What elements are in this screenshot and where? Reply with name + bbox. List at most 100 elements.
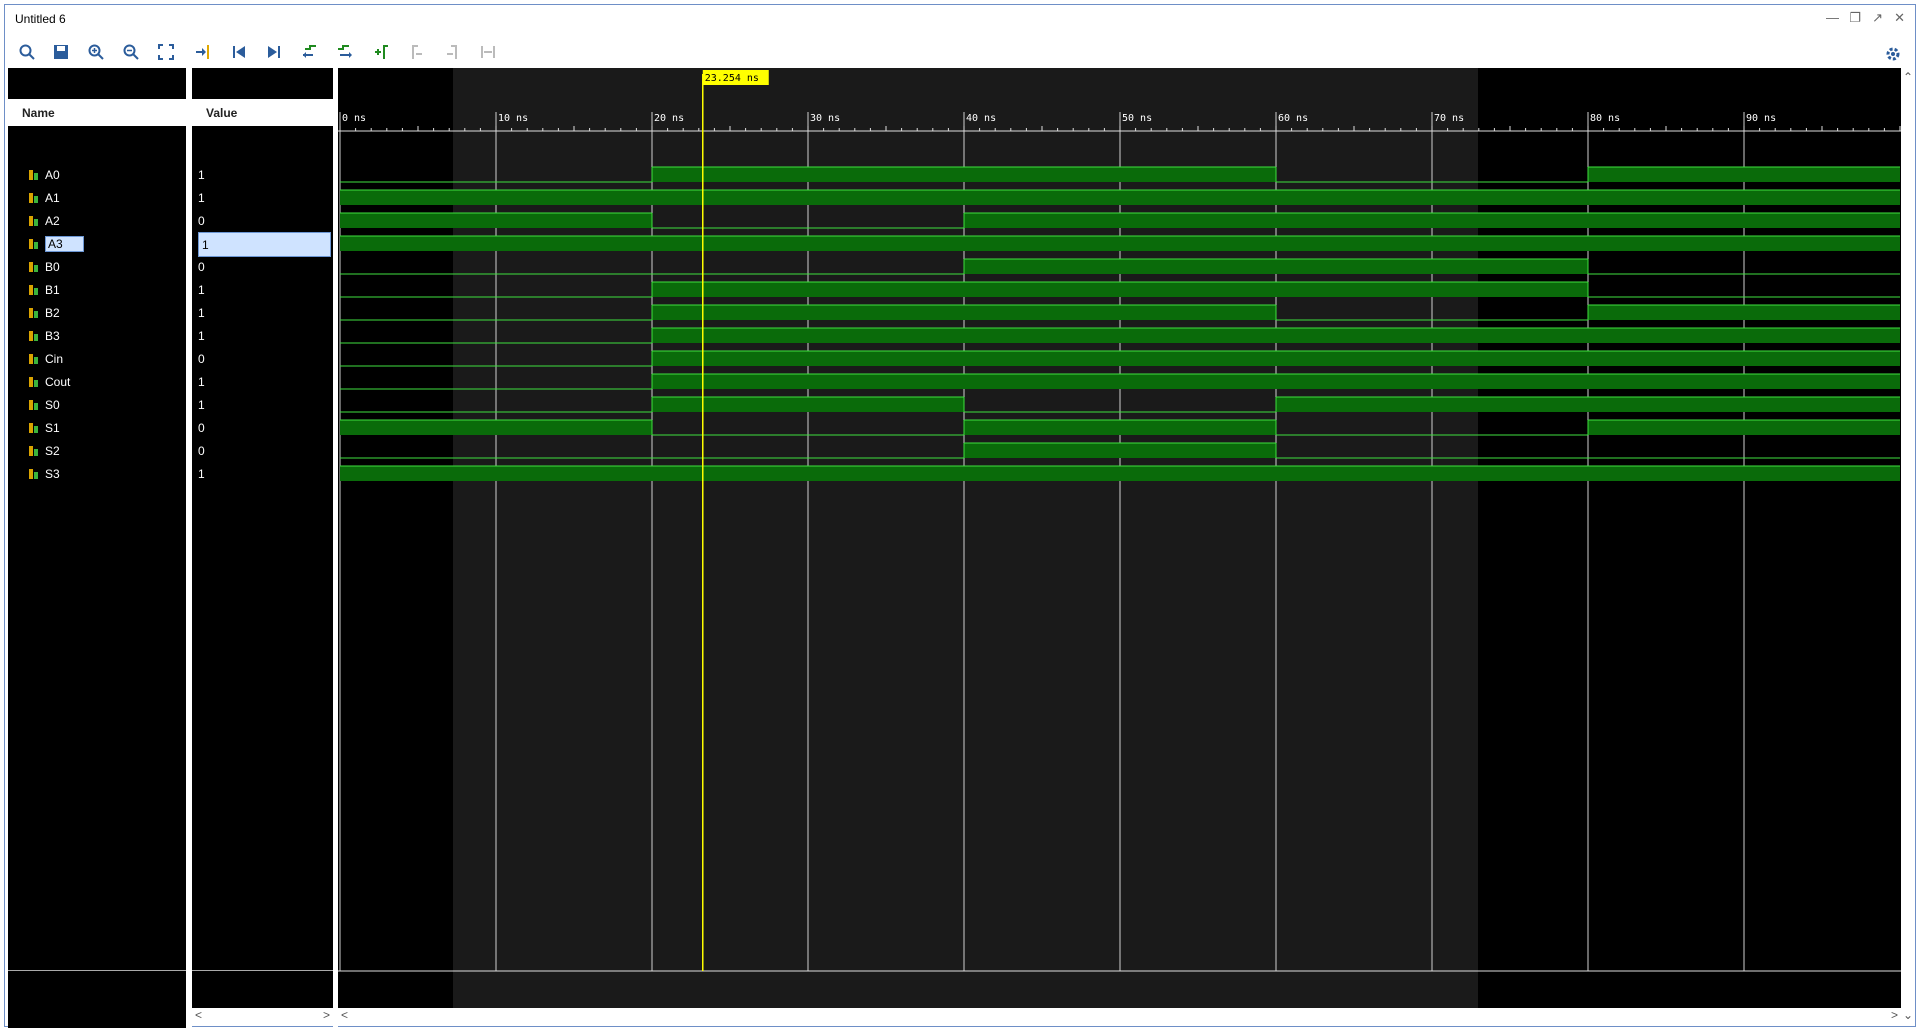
scroll-left-icon[interactable]: < [195,1008,202,1022]
signal-name-label: S3 [45,466,60,481]
signal-name-row[interactable]: S1 [28,416,60,439]
search-button[interactable] [15,41,39,63]
signal-value: 1 [198,397,205,412]
next-marker-button[interactable] [440,41,464,63]
signal-value: 1 [198,232,331,257]
signal-name-label: S0 [45,397,60,412]
zoom-fit-icon [158,44,174,60]
signal-bit-icon [28,307,40,319]
signal-name-row[interactable]: S3 [28,462,60,485]
go-to-last-time-button[interactable] [262,41,286,63]
zoom-in-icon [88,44,104,60]
zoom-in-button[interactable] [84,41,108,63]
signal-name-row[interactable]: B2 [28,301,60,324]
signal-value: 0 [198,420,205,435]
wave-high-segment [652,328,1900,343]
add-marker-button[interactable] [369,41,393,63]
signal-name-row[interactable]: S2 [28,439,60,462]
signal-name-row[interactable]: Cin [28,347,63,370]
signal-name-row[interactable]: A1 [28,186,60,209]
signal-value: 0 [198,213,205,228]
signal-value: 1 [198,374,205,389]
wave-scroll-left-icon[interactable]: < [341,1008,348,1022]
time-tick-label: 60 ns [1278,113,1308,124]
zoom-out-button[interactable] [119,41,143,63]
go-to-cursor-button[interactable] [191,41,215,63]
signal-value: 1 [198,466,205,481]
name-pane-divider [8,970,186,971]
value-pane: Value 1 1 0 1 0 1 1 1 0 1 1 0 0 1 [192,68,333,1008]
signal-name-label: B3 [45,328,60,343]
go-to-time-zero-icon [233,46,245,58]
wave-high-segment [340,236,1900,251]
scroll-right-icon[interactable]: > [323,1008,330,1022]
window-title: Untitled 6 [15,12,66,26]
next-transition-button[interactable] [333,41,357,63]
zoom-fit-button[interactable] [154,41,178,63]
signal-name-row[interactable]: B3 [28,324,60,347]
signal-name-row[interactable]: A2 [28,209,60,232]
wave-high-segment [340,466,1900,481]
signal-bit-icon [28,284,40,296]
zoom-out-icon [123,44,139,60]
signal-name-label: A2 [45,213,60,228]
wave-scroll-right-icon[interactable]: > [1891,1008,1898,1022]
scroll-up-icon[interactable]: ⌃ [1903,70,1913,84]
signal-name-row[interactable]: Cout [28,370,70,393]
signal-bit-icon [28,261,40,273]
signal-bit-icon [28,169,40,181]
go-to-time-zero-button[interactable] [227,41,251,63]
signal-name-label: B0 [45,259,60,274]
go-to-cursor-icon [196,45,209,59]
value-horizontal-scrollbar[interactable]: < > [192,1008,333,1022]
signal-value: 0 [198,259,205,274]
wave-high-segment [1588,167,1900,182]
signal-value: 1 [198,167,205,182]
signal-bit-icon [28,445,40,457]
signal-value: 0 [198,443,205,458]
minimize-icon[interactable]: — [1826,10,1839,25]
signal-bit-icon [28,399,40,411]
signal-name-row[interactable]: B1 [28,278,60,301]
signal-name-row[interactable]: A3 [28,232,84,255]
value-column-header[interactable]: Value [192,99,333,126]
value-pane-divider [192,970,333,971]
waveform-canvas[interactable]: 0 ns 10 ns 20 ns 30 ns 40 ns 50 ns 60 ns 70 ns 8… [338,68,1901,1008]
signal-name-label: S1 [45,420,60,435]
signal-value: 1 [198,282,205,297]
scroll-down-icon[interactable]: ⌄ [1903,1008,1913,1022]
wave-high-segment [964,443,1276,458]
name-column-header[interactable]: Name [8,99,186,126]
signal-name-label: A1 [45,190,60,205]
previous-transition-button[interactable] [298,41,322,63]
signal-name-row[interactable]: B0 [28,255,60,278]
maximize-icon[interactable]: ↗ [1872,10,1883,26]
signal-bit-icon [28,330,40,342]
time-tick-label: 70 ns [1434,113,1464,124]
vertical-scrollbar[interactable]: ⌃ ⌄ [1901,68,1914,1022]
signal-bit-icon [28,422,40,434]
save-icon [54,45,68,59]
settings-button[interactable] [1881,43,1905,65]
waveform-horizontal-scrollbar[interactable]: < > [338,1008,1901,1022]
wave-high-segment [1588,420,1900,435]
previous-marker-button[interactable] [405,41,429,63]
swap-cursors-button[interactable] [476,41,500,63]
signal-name-label: B2 [45,305,60,320]
signal-name-row[interactable]: A0 [28,163,60,186]
add-marker-icon [375,45,388,59]
wave-high-segment [964,259,1588,274]
save-button[interactable] [49,41,73,63]
wave-high-segment [652,282,1588,297]
time-tick-label: 40 ns [966,113,996,124]
wave-high-segment [652,374,1900,389]
restore-icon[interactable]: ❐ [1849,10,1861,26]
previous-marker-icon [412,45,422,59]
wave-high-segment [652,351,1900,366]
signal-name-row[interactable]: S0 [28,393,60,416]
signal-bit-icon [28,238,40,250]
wave-high-segment [652,397,964,412]
close-icon[interactable]: ✕ [1894,10,1905,26]
search-icon [19,44,35,60]
next-transition-icon [338,45,352,58]
